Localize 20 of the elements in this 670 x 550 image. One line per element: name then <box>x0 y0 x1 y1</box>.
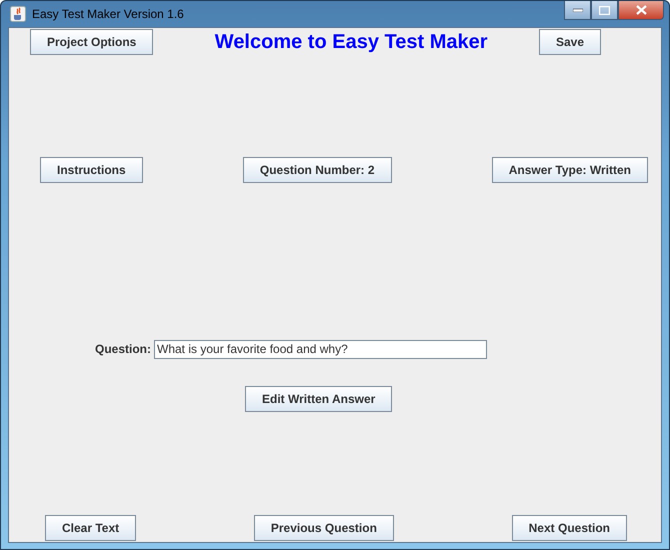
welcome-heading: Welcome to Easy Test Maker <box>214 30 488 54</box>
maximize-button[interactable] <box>591 1 618 20</box>
toolbar-button[interactable]: Question Number: 2 <box>242 157 392 183</box>
minimize-button[interactable] <box>564 1 591 20</box>
maximize-icon <box>599 6 610 14</box>
project-options-button[interactable]: Project Options <box>30 29 154 55</box>
minimize-icon <box>572 8 582 12</box>
nav-button[interactable]: Clear Text <box>45 515 136 541</box>
nav-button[interactable]: Previous Question <box>254 515 394 541</box>
toolbar-button[interactable]: Instructions <box>40 157 143 183</box>
save-button[interactable]: Save <box>538 29 601 55</box>
question-field[interactable]: What is your favorite food and why? <box>154 340 487 358</box>
close-button[interactable] <box>618 1 664 20</box>
toolbar-button[interactable]: Answer Type: Written <box>492 157 648 183</box>
edit-written-answer-button[interactable]: Edit Written Answer <box>245 386 392 412</box>
question-label: Question: <box>95 342 151 356</box>
cup-icon <box>10 6 26 22</box>
nav-button[interactable]: Next Question <box>512 515 627 541</box>
window-title: Easy Test Maker Version 1.6 <box>32 7 184 21</box>
close-icon <box>636 5 646 15</box>
